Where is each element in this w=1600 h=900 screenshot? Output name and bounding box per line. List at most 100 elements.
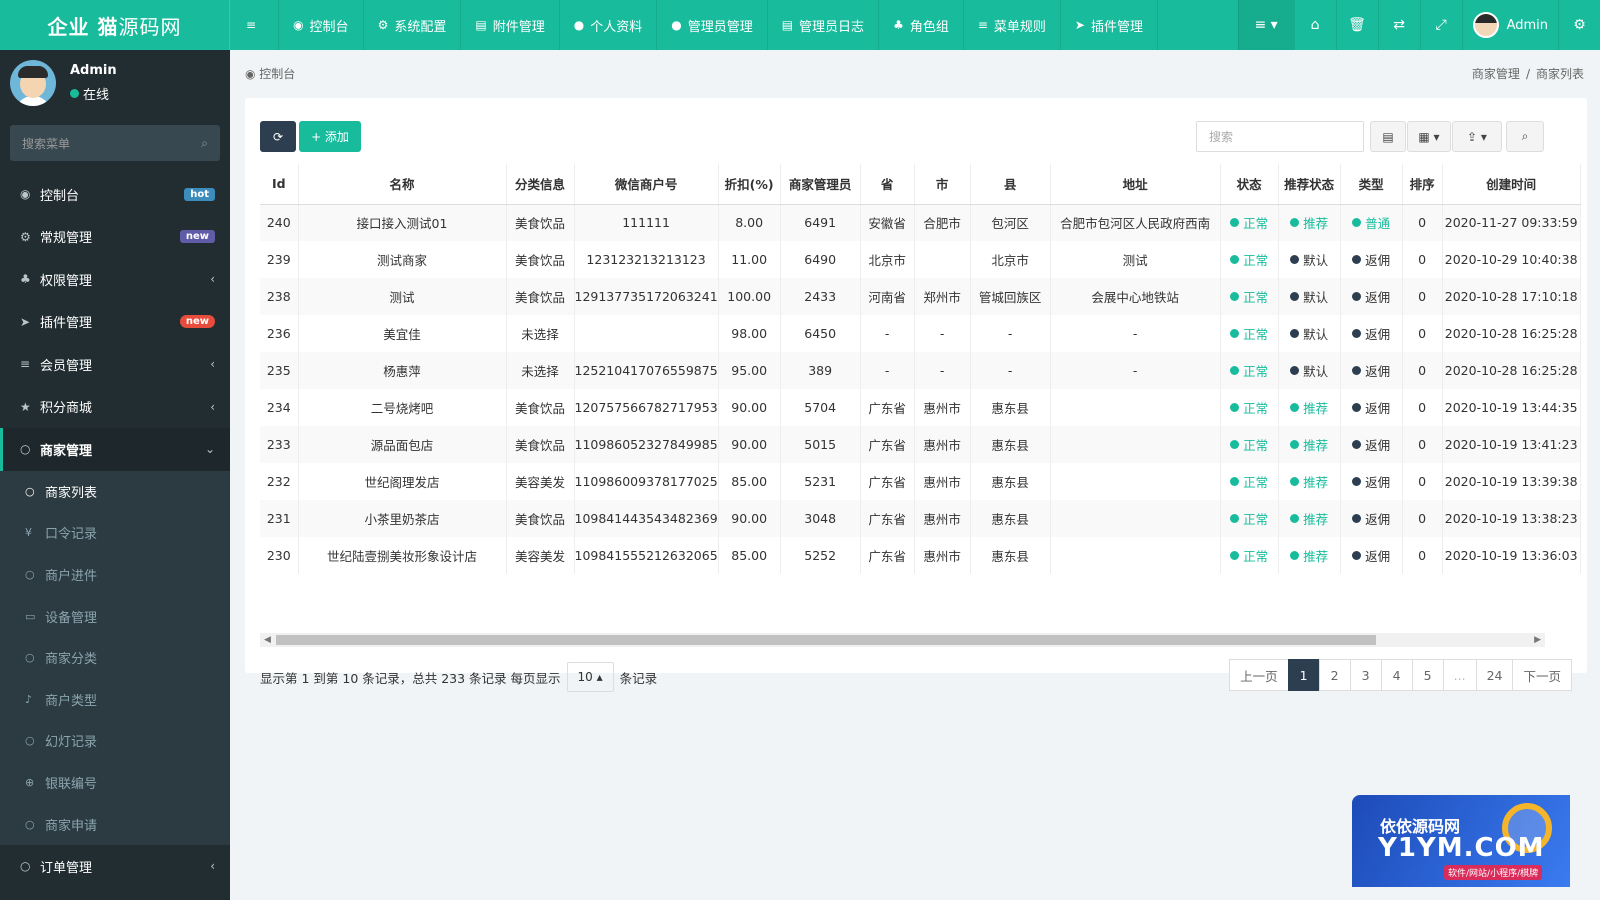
sidebar-subitem-6[interactable]: ○ 幻灯记录	[0, 720, 230, 762]
sidebar-search-input[interactable]: 搜索菜单 ⌕	[10, 125, 220, 161]
submenu-icon: ○	[25, 567, 35, 581]
sidebar-subitem-2[interactable]: ○ 商户进件	[0, 553, 230, 596]
sidebar-item-6[interactable]: ○ 商家管理 ⌄	[0, 428, 230, 471]
table-cell: 109841555212632065	[574, 537, 719, 574]
table-cell: 二号烧烤吧	[298, 389, 507, 426]
table-row[interactable]: 234 二号烧烤吧 美食饮品 120757566782717953 90.00 5704 广…	[260, 389, 1581, 426]
table-cell	[1050, 500, 1221, 537]
sidebar-item-1[interactable]: ⚙ 常规管理 new	[0, 216, 230, 259]
column-header[interactable]: 名称	[298, 164, 507, 205]
table-row[interactable]: 233 源品面包店 美食饮品 110986052327849985 90.00 5015 广…	[260, 426, 1581, 463]
fullscreen-icon[interactable]: ⤢	[1419, 0, 1462, 50]
column-header[interactable]: 状态	[1220, 164, 1279, 205]
column-header[interactable]: 微信商户号	[574, 164, 719, 205]
brand-logo[interactable]: 企业 猫源码网	[0, 0, 230, 50]
column-header[interactable]: 市	[914, 164, 971, 205]
sidebar-subitem-3[interactable]: ▭ 设备管理	[0, 595, 230, 637]
sidebar-item-2[interactable]: ♣ 权限管理 ‹	[0, 258, 230, 301]
sidebar-item-orders[interactable]: ○ 订单管理 ‹	[0, 845, 230, 888]
table-cell: 2020-10-29 10:40:38	[1442, 241, 1581, 278]
column-header[interactable]: 商家管理员	[780, 164, 861, 205]
column-header[interactable]: 类型	[1340, 164, 1403, 205]
recommend-badge: 推荐	[1278, 500, 1341, 537]
nav-admin-log[interactable]: ▤ 管理员日志	[768, 0, 880, 50]
prev-page-button[interactable]: 上一页	[1229, 659, 1289, 691]
nav-role-group[interactable]: ♣ 角色组	[879, 0, 964, 50]
refresh-button[interactable]: ⟳	[260, 121, 296, 152]
nav-plugins[interactable]: ➤ 插件管理	[1061, 0, 1158, 50]
table-row[interactable]: 235 杨惠萍 未选择 125210417076559875 95.00 389- - - - 正…	[260, 352, 1581, 389]
column-header[interactable]: Id	[260, 164, 299, 205]
sidebar-item-5[interactable]: ★ 积分商城 ‹	[0, 386, 230, 429]
table-cell: 2020-10-19 13:39:38	[1442, 463, 1581, 500]
column-header[interactable]: 推荐状态	[1278, 164, 1341, 205]
language-icon[interactable]: ⇄	[1377, 0, 1420, 50]
table-cell: 美容美发	[506, 463, 575, 500]
sidebar-subitem-0[interactable]: ○ 商家列表	[0, 470, 230, 513]
page-size-select[interactable]: 10 ▴	[566, 662, 614, 692]
table-search-input[interactable]: 搜索	[1196, 121, 1364, 152]
nav-menu-rules[interactable]: ≡ 菜单规则	[964, 0, 1061, 50]
settings-gears-icon[interactable]: ⚙	[1558, 0, 1600, 50]
sidebar-item-4[interactable]: ≡ 会员管理 ‹	[0, 343, 230, 386]
advanced-search-button[interactable]: ⌕	[1506, 121, 1544, 152]
add-button[interactable]: + 添加	[299, 121, 361, 152]
sidebar-item-0[interactable]: ◉ 控制台 hot	[0, 173, 230, 216]
toggle-view-button[interactable]: ▤	[1370, 121, 1406, 152]
next-page-button[interactable]: 下一页	[1512, 659, 1572, 691]
page-number-button[interactable]: 5	[1411, 659, 1444, 691]
sidebar-subitem-4[interactable]: ○ 商家分类	[0, 636, 230, 679]
menu-icon: ≡	[20, 357, 31, 372]
column-header[interactable]: 折扣(%)	[718, 164, 781, 205]
table-row[interactable]: 236 美宜佳 未选择 98.00 6450- - - - 正常 默认 返佣 0 2020-10-28 …	[260, 315, 1581, 352]
table-row[interactable]: 238 测试 美食饮品 129137735172063241 100.00 2433 河南省…	[260, 278, 1581, 315]
sidebar-subitem-7[interactable]: ⊕ 银联编号	[0, 761, 230, 804]
menu-dropdown-icon[interactable]: ≡ ▾	[1237, 0, 1294, 50]
table-row[interactable]: 239 测试商家 美食饮品 123123213213123 11.00 6490 北京市 北京…	[260, 241, 1581, 278]
table-cell	[1050, 537, 1221, 574]
table-row[interactable]: 232 世纪阁理发店 美容美发 110986009378177025 85.00 5231…	[260, 463, 1581, 500]
export-button[interactable]: ⇪ ▾	[1452, 121, 1502, 152]
column-header[interactable]: 地址	[1050, 164, 1221, 205]
table-cell: 惠东县	[970, 463, 1051, 500]
top-user-menu[interactable]: Admin	[1461, 0, 1558, 50]
table-row[interactable]: 231 小茶里奶茶店 美食饮品 109841443543482369 90.00 3048…	[260, 500, 1581, 537]
page-number-button[interactable]: 2	[1318, 659, 1351, 691]
nav-attachments[interactable]: ▤ 附件管理	[461, 0, 560, 50]
horizontal-scrollbar[interactable]: ◀ ▶	[260, 633, 1545, 647]
table-cell: 3048	[780, 500, 861, 537]
column-header[interactable]: 分类信息	[506, 164, 575, 205]
sidebar-subitem-5[interactable]: ♪ 商户类型	[0, 678, 230, 721]
table-row[interactable]: 240 接口接入测试01 美食饮品 111111 8.00 6491 安徽省 合肥市 包河区 合肥…	[260, 204, 1581, 241]
column-header[interactable]: 省	[860, 164, 915, 205]
home-icon[interactable]: ⌂	[1293, 0, 1336, 50]
column-header[interactable]: 创建时间	[1442, 164, 1581, 205]
columns-button[interactable]: ▦ ▾	[1407, 121, 1451, 152]
scroll-left-icon[interactable]: ◀	[264, 633, 271, 647]
breadcrumb-left[interactable]: ◉ 控制台	[245, 65, 295, 82]
nav-dashboard[interactable]: ◉ 控制台	[279, 0, 364, 50]
nav-toggle-sidebar[interactable]: ≡	[230, 0, 280, 50]
column-header[interactable]: 县	[970, 164, 1051, 205]
nav-label: 系统配置	[394, 19, 447, 35]
breadcrumb-item-merchant-mgmt[interactable]: 商家管理	[1472, 67, 1520, 81]
scroll-right-icon[interactable]: ▶	[1534, 633, 1541, 647]
page-number-button[interactable]: 1	[1287, 659, 1320, 691]
column-header[interactable]: 排序	[1402, 164, 1443, 205]
sidebar-subitem-8[interactable]: ○ 商家申请	[0, 803, 230, 845]
dashboard-icon: ◉	[293, 18, 304, 32]
sidebar-subitem-1[interactable]: ¥ 口令记录	[0, 512, 230, 554]
table-cell: 0	[1402, 204, 1443, 241]
table-cell: 美食饮品	[506, 389, 575, 426]
page-number-button[interactable]: 3	[1349, 659, 1382, 691]
table-row[interactable]: 230 世纪陆壹捌美妆形象设计店 美容美发 109841555212632065 85.…	[260, 537, 1581, 574]
trash-icon[interactable]: 🗑	[1335, 0, 1378, 50]
nav-admin-mgmt[interactable]: ● 管理员管理	[657, 0, 768, 50]
page-number-button[interactable]: 24	[1475, 659, 1514, 691]
sidebar-item-3[interactable]: ➤ 插件管理 new	[0, 301, 230, 344]
nav-system-config[interactable]: ⚙ 系统配置	[364, 0, 462, 50]
badge: new	[179, 230, 215, 244]
nav-profile[interactable]: ● 个人资料	[560, 0, 658, 50]
sidebar-item-label: 权限管理	[40, 273, 93, 289]
page-number-button[interactable]: 4	[1380, 659, 1413, 691]
